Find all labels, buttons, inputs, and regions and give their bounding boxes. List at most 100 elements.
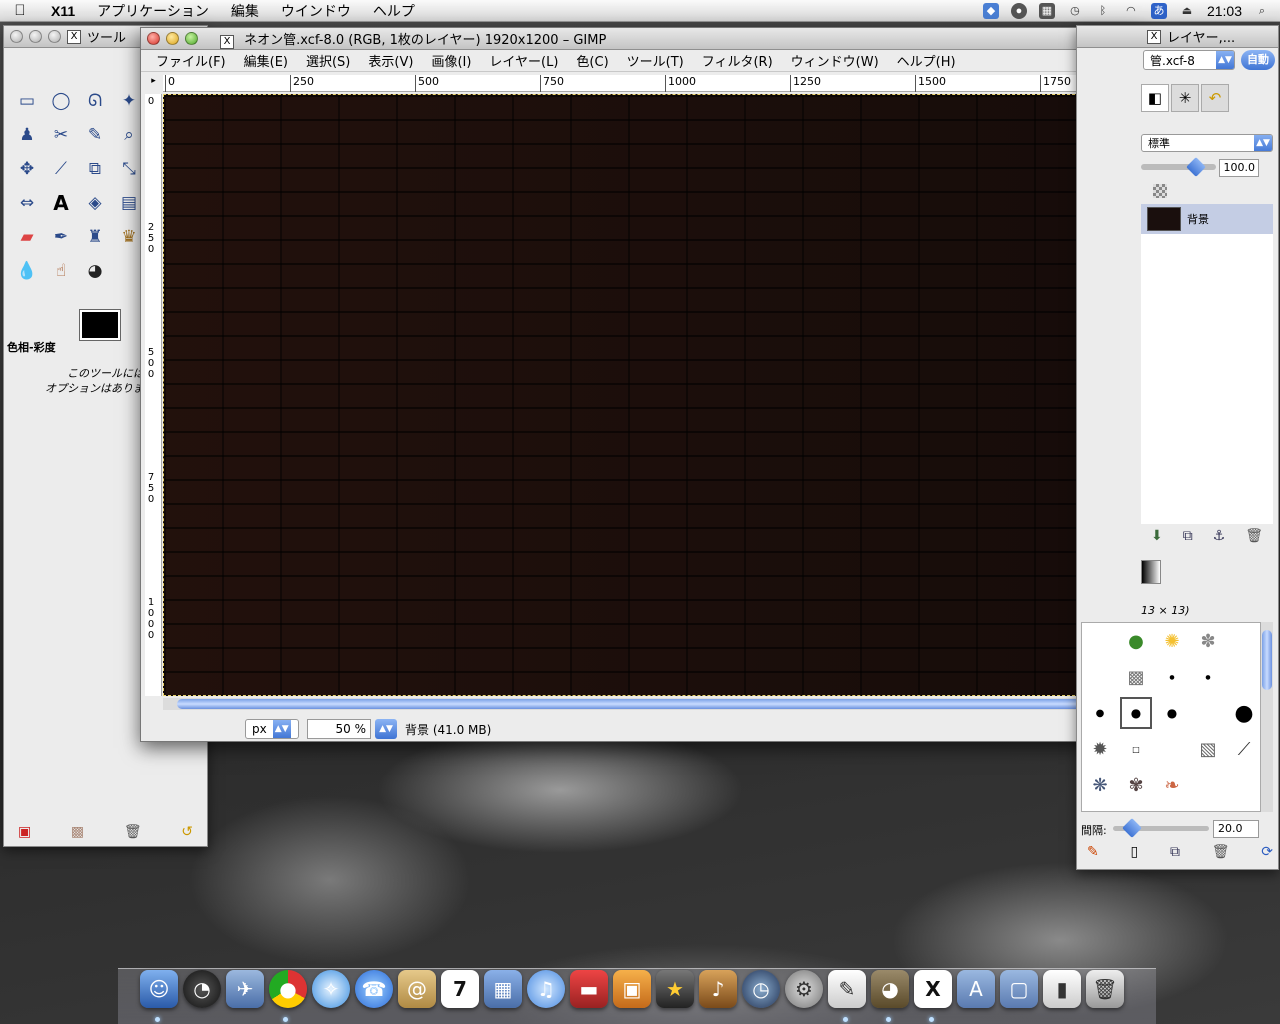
brush-texture-icon[interactable]: ▩ (1118, 659, 1154, 695)
minimize-icon[interactable] (29, 30, 42, 43)
menu-app-name[interactable]: X11 (40, 3, 86, 19)
menu-help[interactable]: ヘルプ (362, 1, 426, 21)
itunes-icon[interactable]: ♫ (527, 970, 565, 1008)
lasso-icon[interactable]: ᘏ (78, 84, 112, 118)
documents-folder-icon[interactable]: ▢ (1000, 970, 1038, 1008)
minimize-icon[interactable] (166, 32, 179, 45)
refresh-brushes-icon[interactable]: ⟳ (1261, 844, 1273, 860)
textedit-icon[interactable]: ✎ (828, 970, 866, 1008)
grid-icon[interactable]: ▦ (1038, 2, 1055, 19)
wifi-icon[interactable]: ◠ (1123, 3, 1139, 19)
brush-dot-icon[interactable]: ● (1082, 695, 1118, 731)
gradient-preview[interactable] (1141, 560, 1161, 584)
airbrush-icon[interactable]: ✒ (44, 220, 78, 254)
zoom-field[interactable]: 50 % (307, 719, 371, 739)
x11-app-icon[interactable]: X (914, 970, 952, 1008)
scroll-thumb[interactable] (177, 699, 1111, 709)
smudge-icon[interactable]: ☝ (44, 254, 78, 288)
opacity-field[interactable]: 100.0 (1219, 159, 1259, 177)
ime-indicator[interactable]: あ (1150, 2, 1167, 19)
lock-alpha-icon[interactable] (1153, 184, 1167, 198)
layer-row[interactable]: 背景 (1141, 204, 1273, 234)
move-icon[interactable]: ✥ (10, 152, 44, 186)
edit-brush-icon[interactable]: ✎ (1087, 844, 1099, 860)
reset-options-icon[interactable]: ↺ (181, 824, 193, 840)
menu-filters[interactable]: フィルタ(R) (693, 51, 782, 70)
time-machine-icon[interactable]: ◷ (1067, 3, 1083, 19)
brush-splatter-icon[interactable]: ✹ (1082, 731, 1118, 767)
image-select[interactable]: 管.xcf-8 ▲▼ (1143, 50, 1235, 70)
spacing-slider-thumb[interactable] (1122, 818, 1142, 838)
image-canvas[interactable] (163, 94, 1125, 696)
scroll-thumb[interactable] (1262, 630, 1272, 690)
measure-icon[interactable]: ⟋ (44, 152, 78, 186)
brush-dot-icon[interactable]: ● (1190, 659, 1226, 695)
brush-swatch[interactable] (1226, 623, 1262, 659)
menu-colors[interactable]: 色(C) (567, 51, 617, 70)
brush-dot-icon[interactable]: ● (1226, 695, 1262, 731)
dodge-burn-icon[interactable]: ◕ (78, 254, 112, 288)
ink-icon[interactable]: ♜ (78, 220, 112, 254)
save-options-icon[interactable]: ▣ (18, 824, 31, 840)
restore-options-icon[interactable]: ▩ (71, 824, 84, 840)
apple-menu-icon[interactable]:  (0, 2, 40, 19)
brush-blade-icon[interactable]: ⟋ (1226, 731, 1262, 767)
keynote-icon[interactable]: ▬ (570, 970, 608, 1008)
menu-applications[interactable]: アプリケーション (86, 1, 220, 21)
system-preferences-icon[interactable]: ⚙ (785, 970, 823, 1008)
applications-folder-icon[interactable]: A (957, 970, 995, 1008)
clock[interactable]: 21:03 (1207, 3, 1242, 19)
brush-swatch[interactable] (1190, 695, 1226, 731)
mode-select[interactable]: 標準 ▲▼ (1141, 134, 1273, 152)
brush-dot-icon[interactable]: ● (1118, 695, 1154, 731)
menu-edit[interactable]: 編集(E) (235, 51, 297, 70)
imovie-icon[interactable]: ★ (656, 970, 694, 1008)
color-swatches[interactable] (79, 309, 136, 356)
lower-layer-icon[interactable]: ⬇ (1151, 528, 1163, 544)
garageband-icon[interactable]: ♪ (699, 970, 737, 1008)
finder-icon[interactable]: ☺ (140, 970, 178, 1008)
zoom-dropdown-icon[interactable]: ▲▼ (375, 719, 397, 739)
spacing-field[interactable]: 20.0 (1213, 820, 1259, 838)
brush-splash-icon[interactable]: ✽ (1190, 623, 1226, 659)
status-icon[interactable]: ● (1010, 2, 1027, 19)
menu-windows[interactable]: ウィンドウ(W) (782, 51, 888, 70)
menu-window[interactable]: ウインドウ (270, 1, 362, 21)
opacity-slider-thumb[interactable] (1186, 157, 1206, 177)
auto-button[interactable]: 自動 (1241, 50, 1275, 70)
quick-mask-corner[interactable]: ▸ (145, 76, 162, 92)
close-icon[interactable] (10, 30, 23, 43)
chrome-icon[interactable]: ● (269, 970, 307, 1008)
delete-options-icon[interactable]: 🗑 (124, 824, 142, 840)
trash-icon[interactable]: 🗑 (1086, 970, 1124, 1008)
text-tool-icon[interactable]: A (44, 186, 78, 220)
brush-scrollbar[interactable] (1261, 622, 1273, 812)
spotlight-icon[interactable]: ⌕ (1254, 3, 1270, 19)
rect-select-icon[interactable]: ▭ (10, 84, 44, 118)
time-machine-icon[interactable]: ◷ (742, 970, 780, 1008)
close-icon[interactable] (147, 32, 160, 45)
unit-select[interactable]: px ▲▼ (245, 719, 299, 739)
menu-file[interactable]: ファイル(F) (147, 51, 235, 70)
downloads-icon[interactable]: ▮ (1043, 970, 1081, 1008)
menu-tools[interactable]: ツール(T) (618, 51, 693, 70)
brush-swatch[interactable] (1082, 659, 1118, 695)
color-picker-icon[interactable]: ✎ (78, 118, 112, 152)
address-book-icon[interactable]: @ (398, 970, 436, 1008)
ichat-icon[interactable]: ☎ (355, 970, 393, 1008)
brush-swatch[interactable] (1154, 731, 1190, 767)
brush-dot-icon[interactable]: ● (1154, 659, 1190, 695)
zoom-icon[interactable] (185, 32, 198, 45)
brush-square-icon[interactable]: □ (1118, 731, 1154, 767)
scissors-icon[interactable]: ✂ (44, 118, 78, 152)
new-brush-icon[interactable]: ▯ (1130, 844, 1138, 860)
brush-pepper-icon[interactable]: ● (1118, 623, 1154, 659)
layers-tab-icon[interactable]: ◧ (1141, 84, 1169, 112)
zoom-icon[interactable] (48, 30, 61, 43)
iphoto-icon[interactable]: ▦ (484, 970, 522, 1008)
menu-edit[interactable]: 編集 (220, 1, 270, 21)
eraser-icon[interactable]: ▰ (10, 220, 44, 254)
menu-view[interactable]: 表示(V) (359, 51, 422, 70)
brush-ornament-icon[interactable]: ✾ (1118, 767, 1154, 803)
dropbox-icon[interactable]: ◆ (982, 2, 999, 19)
